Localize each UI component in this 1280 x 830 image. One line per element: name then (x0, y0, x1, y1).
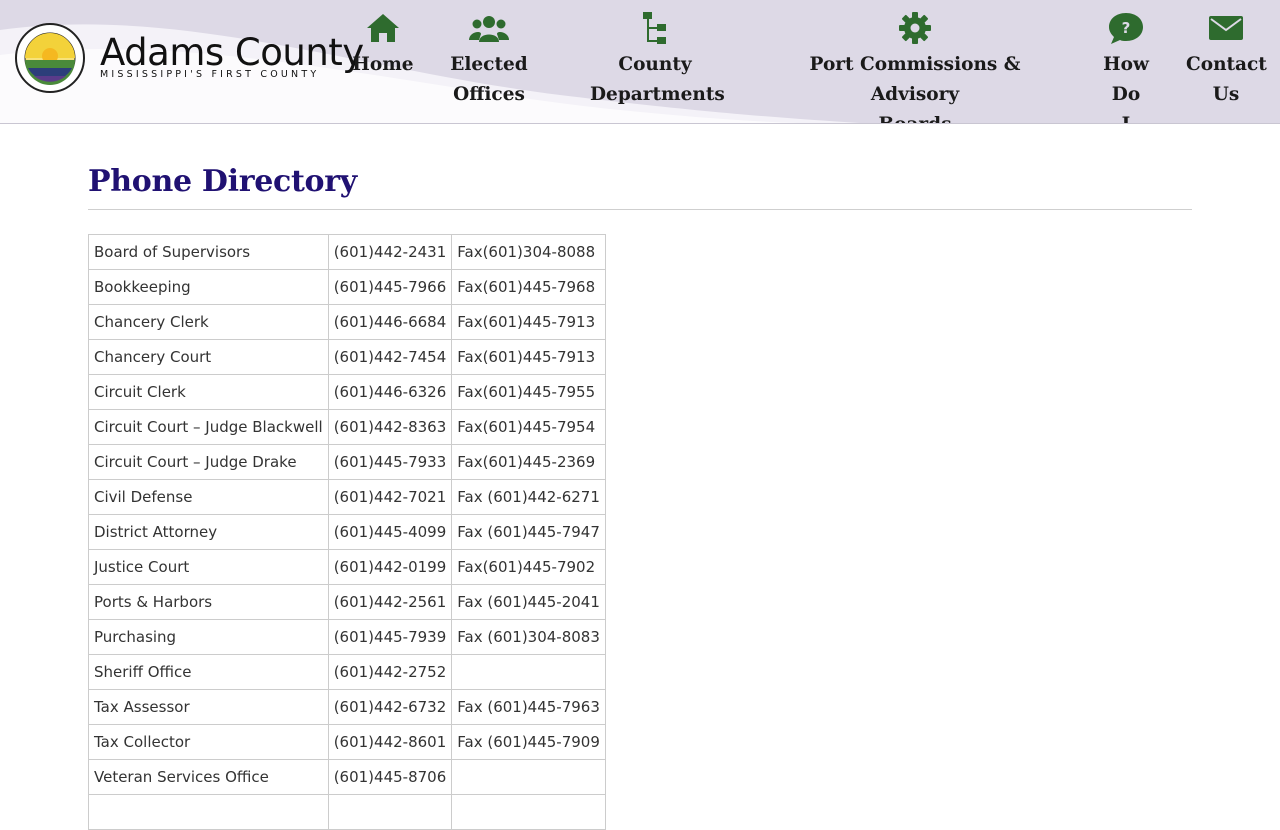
phone-number-cell: (601)445-7933 (327, 444, 453, 480)
gear-icon (899, 12, 931, 44)
table-row: Tax Assessor (601)442-6732 Fax (601)445-79… (88, 689, 606, 725)
department-name-cell: Tax Assessor (88, 689, 329, 725)
home-icon (367, 14, 399, 42)
fax-number-cell: Fax(601)445-2369 (451, 444, 606, 480)
phone-number-cell: (601)442-2752 (327, 654, 453, 690)
brand-block[interactable]: Adams County MISSISSIPPI'S FIRST COUNTY (100, 34, 364, 80)
nav-port-commissions-boards[interactable]: Port Commissions & AdvisoryBoards (775, 10, 1055, 123)
phone-number-cell: (601)446-6684 (327, 304, 453, 340)
table-row: Board of Supervisors (601)442-2431 Fax(601… (88, 234, 606, 270)
phone-number-cell: (601)442-2431 (327, 234, 453, 270)
nav-port-commissions-label: Port Commissions & AdvisoryBoards (809, 54, 1021, 123)
users-icon (469, 16, 509, 42)
nav-home-label: Home (352, 54, 414, 75)
svg-text:?: ? (1122, 19, 1131, 37)
nav-home[interactable]: Home (347, 10, 419, 80)
phone-number-cell: (601)445-4099 (327, 514, 453, 550)
department-name-cell: Ports & Harbors (88, 584, 329, 620)
department-name-cell: Bookkeeping (88, 269, 329, 305)
fax-number-cell: Fax (601)304-8083 (451, 619, 606, 655)
table-row: Sheriff Office (601)442-2752 (88, 654, 606, 690)
department-name-cell: Tax Collector (88, 724, 329, 760)
phone-number-cell: (601)442-7021 (327, 479, 453, 515)
table-row: Circuit Clerk (601)446-6326 Fax(601)445-79… (88, 374, 606, 410)
phone-number-cell: (601)442-2561 (327, 584, 453, 620)
phone-directory-body: Board of Supervisors (601)442-2431 Fax(601… (88, 234, 606, 830)
phone-directory-table: Board of Supervisors (601)442-2431 Fax(601… (88, 234, 606, 830)
table-row: Tax Collector (601)442-8601 Fax (601)445-7… (88, 724, 606, 760)
fax-number-cell: Fax(601)445-7954 (451, 409, 606, 445)
table-row: Chancery Clerk (601)446-6684 Fax(601)445-7… (88, 304, 606, 340)
department-name-cell: Civil Defense (88, 479, 329, 515)
phone-number-cell: (601)445-7966 (327, 269, 453, 305)
fax-number-cell: Fax(601)445-7902 (451, 549, 606, 585)
table-row: Purchasing (601)445-7939 Fax (601)304-8083 (88, 619, 606, 655)
question-bubble-icon: ? (1109, 13, 1143, 44)
envelope-icon (1209, 16, 1243, 40)
site-title[interactable]: Adams County (100, 34, 364, 71)
table-row: Civil Defense (601)442-7021 Fax (601)442-6… (88, 479, 606, 515)
department-name-cell: District Attorney (88, 514, 329, 550)
fax-number-cell: Fax (601)445-2041 (451, 584, 606, 620)
department-name-cell: Circuit Court – Judge Drake (88, 444, 329, 480)
fax-number-cell: Fax(601)445-7955 (451, 374, 606, 410)
nav-county-departments-label: County Departments (590, 54, 725, 105)
department-name-cell: Purchasing (88, 619, 329, 655)
fax-number-cell: Fax(601)445-7913 (451, 339, 606, 375)
phone-number-cell: (601)445-8706 (327, 759, 453, 795)
table-row: District Attorney (601)445-4099 Fax (601)4… (88, 514, 606, 550)
fax-number-cell: Fax(601)445-7913 (451, 304, 606, 340)
phone-number-cell: (601)442-0199 (327, 549, 453, 585)
table-row: Ports & Harbors (601)442-2561 Fax (601)445… (88, 584, 606, 620)
department-name-cell: Veteran Services Office (88, 759, 329, 795)
site-header: Adams County MISSISSIPPI'S FIRST COUNTY … (0, 0, 1280, 124)
fax-number-cell: Fax(601)304-8088 (451, 234, 606, 270)
nav-elected-offices[interactable]: Elected Offices (444, 10, 534, 110)
department-name-cell: Justice Court (88, 549, 329, 585)
phone-number-cell: (601)442-6732 (327, 689, 453, 725)
nav-contact-us-label: Contact Us (1186, 54, 1267, 105)
fax-number-cell: Fax (601)442-6271 (451, 479, 606, 515)
page-title: Phone Directory (88, 164, 357, 199)
title-divider (88, 209, 1192, 210)
table-row: Circuit Court – Judge Drake (601)445-7933… (88, 444, 606, 480)
nav-elected-offices-label: Elected Offices (450, 54, 528, 105)
phone-number-cell: (601)442-8601 (327, 724, 453, 760)
department-name-cell: Board of Supervisors (88, 234, 329, 270)
department-name-cell: Chancery Court (88, 339, 329, 375)
nav-county-departments[interactable]: County Departments (590, 10, 725, 110)
department-name-cell: Circuit Clerk (88, 374, 329, 410)
department-name-cell: Circuit Court – Judge Blackwell (88, 409, 329, 445)
nav-contact-us[interactable]: Contact Us (1186, 10, 1267, 110)
table-row: Bookkeeping (601)445-7966 Fax(601)445-7968 (88, 269, 606, 305)
phone-number-cell: (601)445-7939 (327, 619, 453, 655)
table-row: Veteran Services Office (601)445-8706 (88, 759, 606, 795)
fax-number-cell: Fax(601)445-7968 (451, 269, 606, 305)
sitemap-icon (643, 12, 666, 44)
county-seal-logo[interactable] (14, 22, 86, 94)
table-row: Chancery Court (601)442-7454 Fax(601)445-7… (88, 339, 606, 375)
fax-number-cell (451, 759, 606, 795)
nav-how-do-i[interactable]: ? How DoI (1086, 10, 1166, 123)
phone-number-cell: (601)446-6326 (327, 374, 453, 410)
table-row: Justice Court (601)442-0199 Fax(601)445-79… (88, 549, 606, 585)
fax-number-cell: Fax (601)445-7947 (451, 514, 606, 550)
department-name-cell: Sheriff Office (88, 654, 329, 690)
phone-number-cell: (601)442-7454 (327, 339, 453, 375)
phone-number-cell: (601)442-8363 (327, 409, 453, 445)
fax-number-cell: Fax (601)445-7963 (451, 689, 606, 725)
table-row: Circuit Court – Judge Blackwell (601)442-… (88, 409, 606, 445)
fax-number-cell (451, 654, 606, 690)
nav-how-do-i-label: How DoI (1103, 54, 1149, 123)
fax-number-cell: Fax (601)445-7909 (451, 724, 606, 760)
department-name-cell: Chancery Clerk (88, 304, 329, 340)
